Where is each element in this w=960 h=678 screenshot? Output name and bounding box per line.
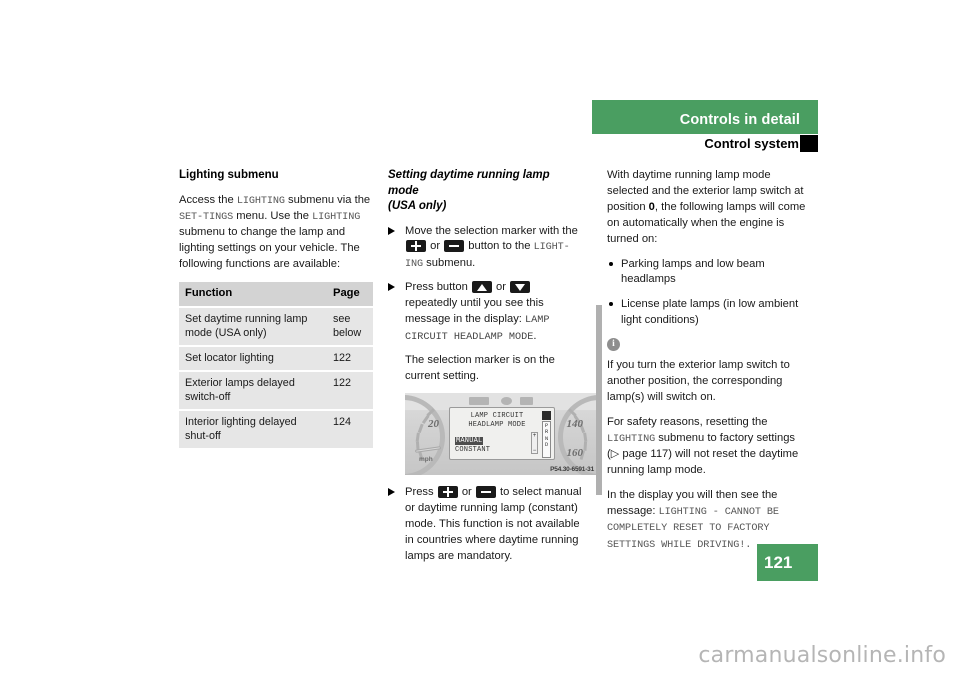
plus-button-icon [437,486,458,499]
step-arrow-icon [388,488,395,497]
lcd-title-line1: LAMP CIRCUIT [470,412,524,421]
lcd-option-selected: MANUAL [455,437,484,446]
instrument-cluster-figure: 20 140 160 mph LAMP CIRCUIT HEADLAMP MOD… [405,393,598,476]
step2-text-d: . [533,329,537,342]
plus-button-icon [406,240,426,253]
telltale-icon-3 [520,397,533,406]
setting-drl-heading: Setting daytime running lamp mode (USA on… [388,168,583,215]
step-move-selection-marker: Move the selection marker with the or bu… [388,224,583,273]
column-header-function: Function [179,282,327,308]
step1-text-c: button to the [465,240,534,253]
gear-selector-indicator: PRND [542,421,551,459]
cell-function: Exterior lamps delayed switch-off [179,370,327,411]
step1-text-a: Move the selection marker with the [405,224,578,237]
section-title: Controls in detail [679,112,800,128]
cell-page: 124 [327,409,373,450]
step-press-button-repeatedly: Press button or repeatedly until you see… [388,280,583,345]
info-paragraph-2: For safety reasons, resetting the LIGHTI… [607,415,807,479]
manual-page: Controls in detail Control system Lighti… [0,0,960,678]
gauge-unit-mph: mph [419,456,433,464]
settings-mono: SET-TINGS [179,212,234,223]
intro-text-2: submenu via the [284,193,371,206]
lighting-submenu-heading: Lighting submenu [179,169,279,181]
lcd-slider-indicator: + − [531,432,538,455]
cell-function: Set locator lighting [179,345,327,372]
telltale-icon-2 [501,397,512,406]
step1-text-d: submenu. [423,256,476,269]
list-item: License plate lamps (in low ambient ligh… [607,297,807,329]
step3-text-b: or [458,486,475,499]
step-arrow-icon [388,226,395,235]
selection-marker-note: The selection marker is on the current s… [405,354,555,383]
column-left: Lighting submenu Access the LIGHTING sub… [179,168,375,450]
drl-selected-paragraph: With daytime running lamp mode selected … [607,168,807,248]
column-header-page: Page [327,282,373,308]
step-arrow-icon [388,283,395,292]
intro-text-3: menu. Use the [233,210,313,222]
step1-text-b: or [427,240,444,253]
gauge-label-160: 160 [566,447,584,460]
page-number: 121 [764,553,793,572]
cell-function: Set daytime running lamp mode (USA only) [179,306,327,347]
minus-button-icon [444,240,465,253]
lcd-title-line2: HEADLAMP MODE [468,421,526,430]
table-header-row: Function Page [179,282,373,308]
up-arrow-button-icon [471,281,492,294]
section-title-banner: Controls in detail [592,100,818,134]
column-right: With daytime running lamp mode selected … [607,168,807,562]
bullet-dot-icon [609,302,613,307]
telltale-icon-1 [469,397,489,406]
table-row: Exterior lamps delayed switch-off 122 [179,370,373,411]
lcd-option-other: CONSTANT [455,446,491,455]
bullet-text: License plate lamps (in low ambient ligh… [621,298,799,327]
lighting-mono-2: LIGHTING [312,212,361,223]
step2-text-c: repeatedly until you see this message in… [405,297,544,326]
bullet-dot-icon [609,261,613,266]
lcd-indicator-block [542,411,551,421]
cell-page: see below [327,306,373,347]
minus-button-icon [475,486,496,499]
sub-title: Control system [704,136,799,151]
info-box: i If you turn the exterior lamp switch t… [607,338,807,553]
info-para2-a: For safety reasons, resetting the [607,415,768,428]
intro-text-1: Access the [179,193,237,206]
cell-function: Interior lighting delayed shut-off [179,409,327,450]
gauge-label-140: 140 [566,418,584,431]
bullet-text: Parking lamps and low beam headlamps [621,257,765,286]
setting-drl-heading-line1: Setting daytime running lamp mode [388,169,550,197]
watermark: carmanualsonline.info [698,643,946,668]
step3-text-a: Press [405,486,437,499]
sub-title-row: Control system [592,135,818,155]
info-icon: i [607,338,620,352]
step-press-to-select-mode: Press or to select manual or daytime run… [388,485,583,565]
figure-code: P54.30-6591-31 [550,466,594,474]
info-paragraph-1: If you turn the exterior lamp switch to … [607,359,790,403]
cell-page: 122 [327,345,373,372]
table-row: Set locator lighting 122 [179,345,373,372]
table-row: Set daytime running lamp mode (USA only)… [179,306,373,347]
step2-text-a: Press button [405,281,471,294]
gauge-label-20: 20 [428,418,439,431]
intro-text-4: submenu to change the lamp and lighting … [179,226,360,271]
lighting-intro-paragraph: Access the LIGHTING submenu via the SET-… [179,193,375,274]
change-marker-bar [596,305,602,495]
step2-text-b: or [492,281,510,294]
function-page-table: Function Page Set daytime running lamp m… [179,282,373,450]
list-item: Parking lamps and low beam headlamps [607,257,807,289]
table-row: Interior lighting delayed shut-off 124 [179,409,373,450]
cell-page: 122 [327,370,373,411]
lcd-display: LAMP CIRCUIT HEADLAMP MODE MANUAL CONSTA… [449,407,555,461]
lighting-mono-1: LIGHTING [236,195,285,207]
page-number-badge: 121 [757,544,818,581]
down-arrow-button-icon [510,281,531,294]
column-middle: Setting daytime running lamp mode (USA on… [388,168,598,573]
lighting-mono-info: LIGHTING [607,433,656,445]
lcd-title: LAMP CIRCUIT HEADLAMP MODE [450,412,544,431]
chapter-tab-marker [800,135,818,152]
setting-drl-heading-line2: (USA only) [388,200,447,213]
